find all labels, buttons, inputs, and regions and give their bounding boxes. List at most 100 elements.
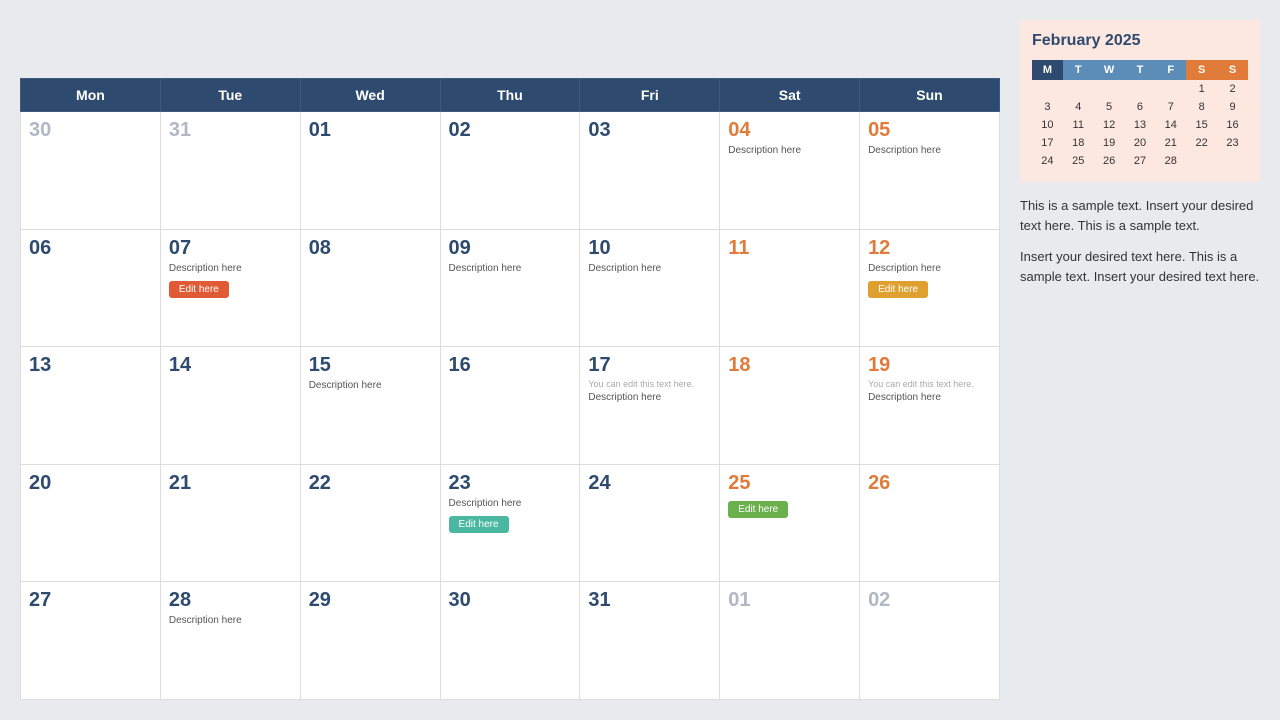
mini-cal-cell: 10 — [1032, 116, 1063, 134]
day-number: 09 — [449, 236, 572, 260]
mini-cal-cell: 26 — [1094, 152, 1125, 170]
mini-cal-cell: 22 — [1186, 134, 1217, 152]
day-number: 23 — [449, 471, 572, 495]
day-number: 27 — [29, 588, 152, 612]
day-description: Description here — [868, 262, 991, 275]
mini-cal-cell: 3 — [1032, 98, 1063, 116]
calendar-cell: 22 — [300, 464, 440, 582]
mini-cal-row: 17181920212223 — [1032, 134, 1248, 152]
mini-calendar: MTWTFSS 12345678910111213141516171819202… — [1032, 60, 1248, 170]
calendar-cell: 09Description here — [440, 229, 580, 347]
day-number: 05 — [868, 118, 991, 142]
day-description: Description here — [588, 391, 711, 404]
weekday-row: MonTueWedThuFriSatSun — [21, 79, 1000, 112]
mini-cal-cell: 9 — [1217, 98, 1248, 116]
mini-cal-cell: 23 — [1217, 134, 1248, 152]
day-number: 26 — [868, 471, 991, 495]
mini-cal-body: 1234567891011121314151617181920212223242… — [1032, 80, 1248, 170]
day-number: 10 — [588, 236, 711, 260]
calendar-week-row: 20212223Description hereEdit here2425Edi… — [21, 464, 1000, 582]
calendar-cell: 31 — [160, 112, 300, 230]
day-number: 15 — [309, 353, 432, 377]
calendar-cell: 20 — [21, 464, 161, 582]
day-number: 06 — [29, 236, 152, 260]
day-description: Description here — [449, 497, 572, 510]
mini-cal-cell — [1063, 80, 1094, 98]
calendar-cell: 21 — [160, 464, 300, 582]
calendar-week-row: 131415Description here1617You can edit t… — [21, 347, 1000, 465]
day-number: 14 — [169, 353, 292, 377]
mini-cal-cell: 1 — [1186, 80, 1217, 98]
mini-cal-cell — [1217, 152, 1248, 170]
sidebar-text-2: Insert your desired text here. This is a… — [1020, 247, 1260, 286]
mini-cal-cell — [1032, 80, 1063, 98]
month-title — [20, 20, 1000, 66]
calendar-cell: 12Description hereEdit here — [860, 229, 1000, 347]
mini-cal-row: 2425262728 — [1032, 152, 1248, 170]
calendar-week-row: 303101020304Description here05Descriptio… — [21, 112, 1000, 230]
calendar-cell: 29 — [300, 582, 440, 700]
calendar-cell: 30 — [21, 112, 161, 230]
calendar-cell: 16 — [440, 347, 580, 465]
day-description: Description here — [169, 614, 292, 627]
calendar-cell: 10 Description here — [580, 229, 720, 347]
day-number: 31 — [169, 118, 292, 142]
day-description: Description here — [588, 262, 711, 275]
mini-cal-cell: 20 — [1125, 134, 1156, 152]
mini-cal-title: February 2025 — [1032, 32, 1248, 50]
calendar-cell: 07Description hereEdit here — [160, 229, 300, 347]
mini-cal-cell: 6 — [1125, 98, 1156, 116]
edit-button[interactable]: Edit here — [169, 281, 229, 298]
mini-cal-cell: 11 — [1063, 116, 1094, 134]
day-number: 16 — [449, 353, 572, 377]
sidebar: February 2025 MTWTFSS 123456789101112131… — [1020, 20, 1260, 700]
mini-cal-cell: 2 — [1217, 80, 1248, 98]
calendar-cell: 02 — [440, 112, 580, 230]
mini-cal-cell: 27 — [1125, 152, 1156, 170]
calendar-cell: 27 — [21, 582, 161, 700]
day-number: 30 — [29, 118, 152, 142]
calendar-cell: 11 — [720, 229, 860, 347]
day-description: Description here — [728, 144, 851, 157]
calendar-cell: 08 — [300, 229, 440, 347]
mini-cal-cell: 28 — [1155, 152, 1186, 170]
calendar-cell: 05Description here — [860, 112, 1000, 230]
calendar-body: 303101020304Description here05Descriptio… — [21, 112, 1000, 700]
day-number: 01 — [309, 118, 432, 142]
mini-cal-cell: 21 — [1155, 134, 1186, 152]
mini-cal-row: 12 — [1032, 80, 1248, 98]
day-number: 03 — [588, 118, 711, 142]
mini-cal-header: MTWTFSS — [1032, 60, 1248, 80]
day-number: 01 — [728, 588, 851, 612]
mini-cal-cell: 19 — [1094, 134, 1125, 152]
day-number: 02 — [868, 588, 991, 612]
day-number: 02 — [449, 118, 572, 142]
mini-cal-row: 10111213141516 — [1032, 116, 1248, 134]
edit-button[interactable]: Edit here — [728, 501, 788, 518]
calendar-cell: 18 — [720, 347, 860, 465]
mini-cal-cell — [1125, 80, 1156, 98]
calendar-cell: 25 Edit here — [720, 464, 860, 582]
mini-cal-cell: 16 — [1217, 116, 1248, 134]
day-number: 31 — [588, 588, 711, 612]
day-note: You can edit this text here. — [588, 379, 711, 389]
calendar-cell: 01 — [300, 112, 440, 230]
calendar-week-row: 2728Description here2930310102 — [21, 582, 1000, 700]
calendar-cell: 13 — [21, 347, 161, 465]
mini-cal-cell: 7 — [1155, 98, 1186, 116]
calendar-week-row: 0607Description hereEdit here0809Descrip… — [21, 229, 1000, 347]
calendar-cell: 28Description here — [160, 582, 300, 700]
edit-button[interactable]: Edit here — [449, 516, 509, 533]
mini-cal-cell: 15 — [1186, 116, 1217, 134]
mini-calendar-container: February 2025 MTWTFSS 123456789101112131… — [1020, 20, 1260, 182]
calendar-cell: 15Description here — [300, 347, 440, 465]
edit-button[interactable]: Edit here — [868, 281, 928, 298]
day-number: 25 — [728, 471, 851, 495]
day-number: 13 — [29, 353, 152, 377]
main-calendar: MonTueWedThuFriSatSun 303101020304Descri… — [20, 78, 1000, 700]
day-description: Description here — [169, 262, 292, 275]
day-number: 11 — [728, 236, 851, 260]
day-number: 08 — [309, 236, 432, 260]
main-section: MonTueWedThuFriSatSun 303101020304Descri… — [20, 20, 1000, 700]
calendar-cell: 26 — [860, 464, 1000, 582]
